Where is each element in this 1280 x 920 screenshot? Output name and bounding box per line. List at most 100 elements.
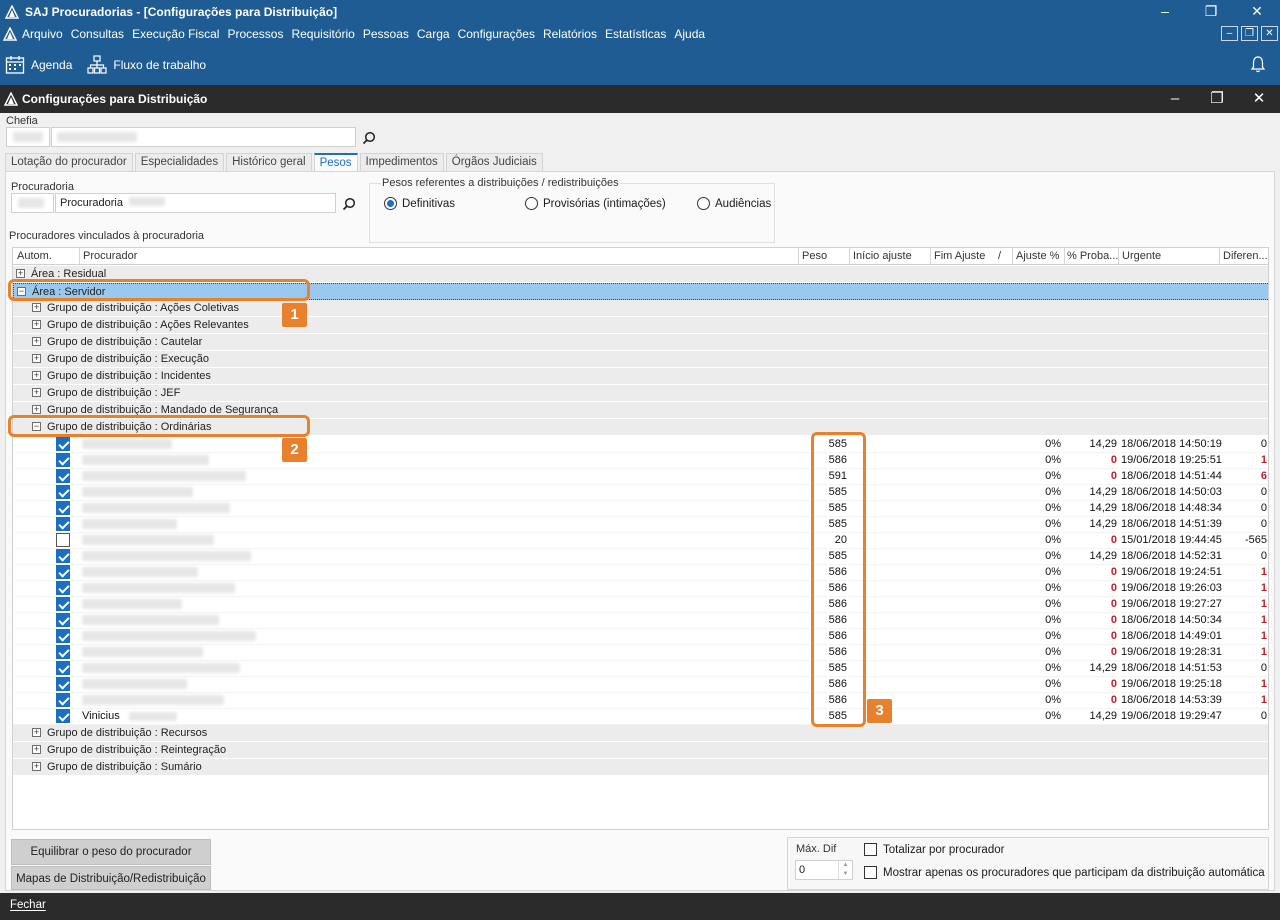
group-row-grupo-de-distribuicao-incidentes[interactable]: + Grupo de distribuição : Incidentes	[13, 368, 1268, 385]
group-row-grupo-de-distribuicao-execucao[interactable]: + Grupo de distribuição : Execução	[13, 351, 1268, 368]
autom-checkbox[interactable]	[56, 485, 70, 499]
chefia-search-icon[interactable]	[362, 131, 376, 145]
table-row[interactable]: 585 0% 14,29 18/06/2018 14:51:39 0	[13, 516, 1268, 533]
autom-checkbox[interactable]	[56, 613, 70, 627]
procuradoria-name-field[interactable]: Procuradoria	[55, 193, 336, 213]
autom-checkbox[interactable]	[56, 501, 70, 515]
fechar-button[interactable]: Fechar	[10, 899, 46, 911]
tab-historico[interactable]: Histórico geral	[226, 153, 312, 171]
table-row[interactable]: 586 0% 0 18/06/2018 14:53:39 1	[13, 692, 1268, 709]
expand-icon[interactable]: +	[32, 320, 41, 329]
mdi-close-icon[interactable]: ✕	[1261, 26, 1278, 41]
table-row[interactable]: 585 0% 14,29 18/06/2018 14:50:19 0	[13, 436, 1268, 453]
col-autom[interactable]: Autom.	[17, 250, 52, 262]
tab-especialidades[interactable]: Especialidades	[134, 153, 225, 171]
table-row[interactable]: 585 0% 14,29 18/06/2018 14:50:03 0	[13, 484, 1268, 501]
table-row[interactable]: 585 0% 14,29 18/06/2018 14:51:53 0	[13, 660, 1268, 677]
window-close-icon[interactable]: ✕	[1238, 85, 1280, 113]
procuradoria-code-field[interactable]	[11, 193, 54, 213]
autom-checkbox[interactable]	[56, 629, 70, 643]
max-dif-spinner[interactable]: 0 ▲ ▼	[795, 860, 853, 880]
restore-icon[interactable]: ❐	[1188, 0, 1234, 24]
equilibrar-peso-button[interactable]: Equilibrar o peso do procurador	[11, 839, 211, 865]
autom-checkbox[interactable]	[56, 533, 70, 547]
col-ajuste-pct[interactable]: Ajuste %	[1016, 250, 1059, 262]
expand-icon[interactable]: +	[16, 269, 25, 278]
autom-checkbox[interactable]	[56, 469, 70, 483]
table-row[interactable]: 591 0% 0 18/06/2018 14:51:44 6	[13, 468, 1268, 485]
mapas-distribuicao-button[interactable]: Mapas de Distribuição/Redistribuição	[11, 866, 211, 890]
procuradoria-search-icon[interactable]	[342, 197, 356, 211]
bell-icon[interactable]	[1250, 55, 1266, 73]
mostrar-apenas-checkbox[interactable]: Mostrar apenas os procuradores que parti…	[864, 866, 1265, 879]
workflow-button[interactable]: Fluxo de trabalho	[87, 54, 206, 75]
menu-relatorios[interactable]: Relatórios	[543, 27, 597, 41]
spinner-arrows-icon[interactable]: ▲ ▼	[838, 861, 852, 879]
tab-lotacao[interactable]: Lotação do procurador	[5, 153, 133, 171]
table-row[interactable]: 586 0% 0 19/06/2018 19:25:18 1	[13, 676, 1268, 693]
table-row[interactable]: 20 0% 0 15/01/2018 19:44:45 -565	[13, 532, 1268, 549]
group-row-grupo-de-distribuicao-recursos[interactable]: + Grupo de distribuição : Recursos	[13, 725, 1268, 742]
expand-icon[interactable]: +	[32, 303, 41, 312]
expand-icon[interactable]: +	[32, 388, 41, 397]
menu-estatisticas[interactable]: Estatísticas	[605, 27, 666, 41]
autom-checkbox[interactable]	[56, 693, 70, 707]
table-row[interactable]: 586 0% 0 19/06/2018 19:24:51 1	[13, 564, 1268, 581]
col-probabilidade[interactable]: % Proba...	[1067, 250, 1118, 262]
autom-checkbox[interactable]	[56, 677, 70, 691]
col-peso[interactable]: Peso	[802, 250, 827, 262]
minimize-icon[interactable]: –	[1142, 0, 1188, 24]
totalizar-checkbox[interactable]: Totalizar por procurador	[864, 843, 1004, 856]
autom-checkbox[interactable]	[56, 437, 70, 451]
radio-provisorias[interactable]: Provisórias (intimações)	[525, 197, 666, 210]
menu-carga[interactable]: Carga	[417, 27, 450, 41]
table-row[interactable]: 586 0% 0 19/06/2018 19:28:31 1	[13, 644, 1268, 661]
menu-processos[interactable]: Processos	[227, 27, 283, 41]
table-row[interactable]: 586 0% 0 19/06/2018 19:26:03 1	[13, 580, 1268, 597]
group-row-grupo-de-distribuicao-acoes-relevantes[interactable]: + Grupo de distribuição : Ações Relevante…	[13, 317, 1268, 334]
autom-checkbox[interactable]	[56, 549, 70, 563]
expand-icon[interactable]: +	[32, 371, 41, 380]
radio-definitivas[interactable]: Definitivas	[384, 197, 455, 210]
agenda-button[interactable]: Agenda	[5, 55, 72, 75]
col-fim-ajuste[interactable]: Fim Ajuste	[934, 250, 985, 262]
col-urgente[interactable]: Urgente	[1122, 250, 1161, 262]
close-icon[interactable]: ✕	[1234, 0, 1280, 24]
table-row[interactable]: 586 0% 0 19/06/2018 19:27:27 1	[13, 596, 1268, 613]
menu-ajuda[interactable]: Ajuda	[674, 27, 705, 41]
autom-checkbox[interactable]	[56, 709, 70, 723]
menu-execucao-fiscal[interactable]: Execução Fiscal	[132, 27, 219, 41]
expand-icon[interactable]: +	[32, 728, 41, 737]
expand-icon[interactable]: +	[32, 354, 41, 363]
mdi-minimize-icon[interactable]: –	[1221, 26, 1238, 41]
autom-checkbox[interactable]	[56, 645, 70, 659]
tab-orgaos[interactable]: Órgãos Judiciais	[445, 153, 543, 171]
window-minimize-icon[interactable]: –	[1154, 85, 1196, 113]
table-row[interactable]: 586 0% 0 18/06/2018 14:50:34 1	[13, 612, 1268, 629]
expand-icon[interactable]: +	[32, 405, 41, 414]
menu-requisitorio[interactable]: Requisitório	[291, 27, 354, 41]
group-row-grupo-de-distribuicao-reintegracao[interactable]: + Grupo de distribuição : Reintegração	[13, 742, 1268, 759]
group-row-grupo-de-distribuicao-jef[interactable]: + Grupo de distribuição : JEF	[13, 385, 1268, 402]
tab-pesos[interactable]: Pesos	[313, 153, 358, 172]
expand-icon[interactable]: +	[32, 337, 41, 346]
table-row[interactable]: 586 0% 0 18/06/2018 14:49:01 1	[13, 628, 1268, 645]
chefia-name-field[interactable]	[51, 127, 356, 147]
autom-checkbox[interactable]	[56, 597, 70, 611]
autom-checkbox[interactable]	[56, 565, 70, 579]
table-row[interactable]: 585 0% 14,29 18/06/2018 14:48:34 0	[13, 500, 1268, 517]
mdi-restore-icon[interactable]: ❐	[1241, 26, 1258, 41]
menu-pessoas[interactable]: Pessoas	[363, 27, 409, 41]
table-row[interactable]: 585 0% 14,29 18/06/2018 14:52:31 0	[13, 548, 1268, 565]
col-procurador[interactable]: Procurador	[83, 250, 137, 262]
chefia-code-field[interactable]	[6, 127, 50, 147]
tab-impedimentos[interactable]: Impedimentos	[359, 153, 444, 171]
col-inicio-ajuste[interactable]: Início ajuste	[853, 250, 912, 262]
window-restore-icon[interactable]: ❐	[1196, 85, 1238, 113]
autom-checkbox[interactable]	[56, 517, 70, 531]
group-row-grupo-de-distribuicao-cautelar[interactable]: + Grupo de distribuição : Cautelar	[13, 334, 1268, 351]
menu-consultas[interactable]: Consultas	[71, 27, 124, 41]
autom-checkbox[interactable]	[56, 581, 70, 595]
menu-configuracoes[interactable]: Configurações	[458, 27, 535, 41]
autom-checkbox[interactable]	[56, 453, 70, 467]
